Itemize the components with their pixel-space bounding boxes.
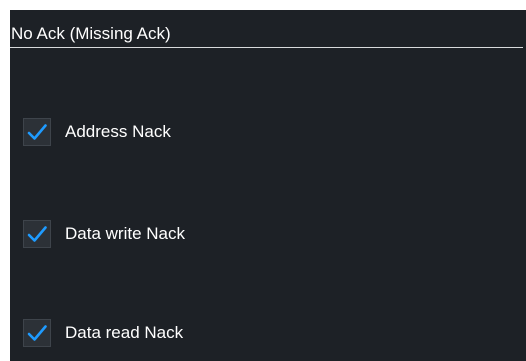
- section-title: No Ack (Missing Ack): [11, 24, 171, 43]
- settings-panel: No Ack (Missing Ack) Address Nack Data w…: [10, 10, 526, 361]
- address-nack-label: Address Nack: [65, 122, 171, 141]
- address-nack-checkbox[interactable]: [23, 118, 51, 146]
- data-write-nack-checkbox[interactable]: [23, 220, 51, 248]
- address-nack-checkbox-row[interactable]: Address Nack: [23, 117, 171, 147]
- data-write-nack-label: Data write Nack: [65, 224, 185, 243]
- check-icon: [27, 226, 47, 242]
- data-write-nack-checkbox-row[interactable]: Data write Nack: [23, 219, 185, 249]
- data-read-nack-label: Data read Nack: [65, 323, 184, 342]
- check-icon: [27, 325, 47, 341]
- check-icon: [27, 124, 47, 140]
- data-read-nack-checkbox-row[interactable]: Data read Nack: [23, 318, 183, 348]
- data-read-nack-checkbox[interactable]: [23, 319, 51, 347]
- section-header: No Ack (Missing Ack): [10, 10, 523, 48]
